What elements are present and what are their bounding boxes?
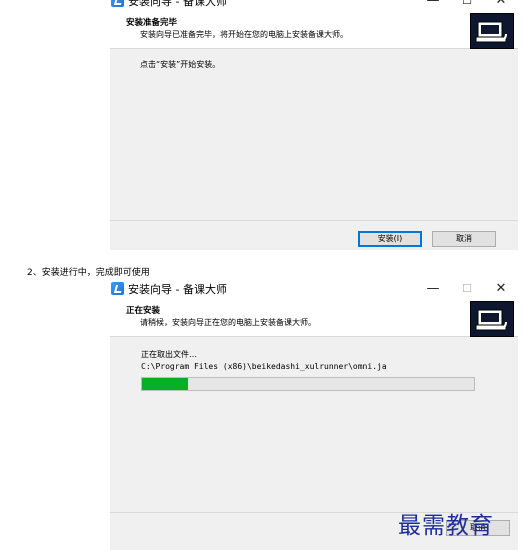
install-button[interactable]: 安装(I) — [358, 231, 422, 247]
title-bar[interactable]: 安装向导 - 备课大师 — ☐ ✕ — [110, 278, 518, 300]
computer-install-icon — [470, 13, 514, 49]
close-icon[interactable]: ✕ — [484, 0, 518, 12]
progress-fill — [142, 378, 189, 390]
minimize-icon[interactable]: — — [416, 278, 450, 300]
app-icon — [111, 282, 124, 295]
status-text: 正在取出文件… — [141, 350, 197, 359]
computer-install-icon — [470, 301, 514, 337]
header-title: 正在安装 — [126, 306, 161, 316]
section-heading: 2、安装进行中，完成即可使用 — [27, 268, 150, 278]
title-bar[interactable]: 安装向导 - 备课大师 — ☐ ✕ — [110, 0, 518, 12]
watermark-logo: 最需教育 — [398, 513, 494, 539]
file-path: C:\Program Files (x86)\beikedashi_xulrun… — [141, 362, 387, 371]
app-icon — [111, 0, 124, 7]
wizard-header: 安装准备完毕 安装向导已准备完毕，将开始在您的电脑上安装备课大师。 — [110, 12, 518, 49]
header-subtitle: 请稍候，安装向导正在您的电脑上安装备课大师。 — [140, 318, 316, 327]
window-title: 安装向导 - 备课大师 — [128, 283, 227, 296]
progress-bar — [141, 377, 475, 391]
header-title: 安装准备完毕 — [126, 18, 178, 28]
wizard-header: 正在安装 请稍候，安装向导正在您的电脑上安装备课大师。 — [110, 300, 518, 337]
instruction-text: 点击“安装”开始安装。 — [140, 60, 221, 69]
window-title: 安装向导 - 备课大师 — [128, 0, 227, 8]
maximize-icon: ☐ — [462, 282, 472, 295]
setup-window-ready: 安装向导 - 备课大师 — ☐ ✕ 安装准备完毕 安装向导已准备完毕，将开始在您… — [110, 0, 518, 250]
cancel-button[interactable]: 取消 — [432, 231, 496, 247]
header-subtitle: 安装向导已准备完毕，将开始在您的电脑上安装备课大师。 — [140, 30, 348, 39]
divider — [110, 220, 518, 221]
minimize-icon[interactable]: — — [416, 0, 450, 12]
close-icon[interactable]: ✕ — [484, 278, 518, 300]
maximize-icon[interactable]: ☐ — [450, 0, 484, 12]
